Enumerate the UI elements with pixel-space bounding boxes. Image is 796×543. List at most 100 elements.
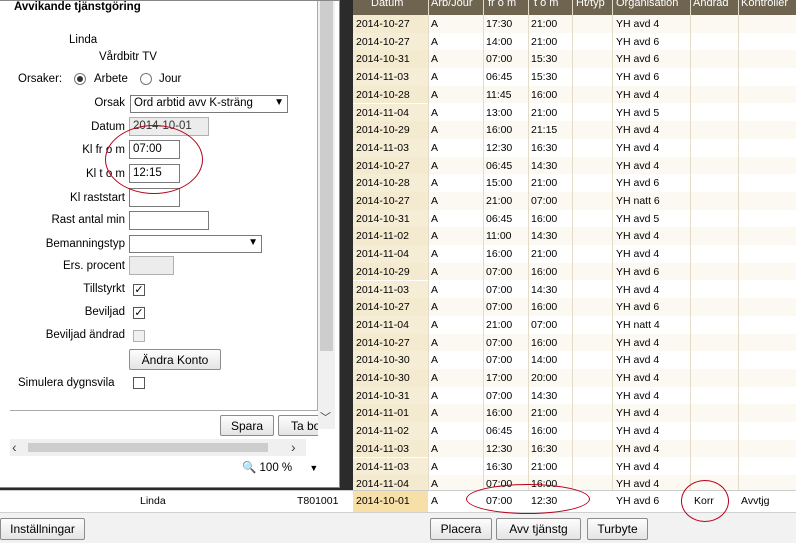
table-row[interactable]: 2014-10-28 A 15:00 21:00 YH avd 6 (353, 174, 796, 192)
row-org: YH avd 6 (616, 265, 660, 278)
beviljad-checkbox[interactable]: ✓ (133, 307, 145, 319)
row-org: YH avd 5 (616, 106, 660, 119)
deviating-duty-dialog: Avvikande tjänstgöring Linda Vårdbitr TV… (0, 0, 340, 488)
row-date: 2014-11-04 (353, 315, 428, 334)
save-button[interactable]: Spara (220, 415, 274, 436)
row-from: 07:00 (486, 301, 513, 314)
radio-work[interactable] (74, 73, 86, 85)
change-account-button[interactable]: Ändra Konto (129, 349, 221, 370)
row-from: 21:00 (486, 195, 513, 207)
table-row[interactable]: 2014-10-27 A 21:00 07:00 YH natt 6 (353, 192, 796, 210)
row-date: 2014-11-03 (353, 457, 428, 476)
table-row[interactable]: 2014-10-31 A 07:00 15:30 YH avd 6 (353, 50, 796, 69)
radio-work-label[interactable]: Arbete (94, 73, 128, 85)
row-org: YH avd 6 (616, 177, 660, 190)
reason-select[interactable]: Ord arbtid avv K-sträng ▼ (130, 95, 288, 113)
col-header-control[interactable]: Kontroller (741, 0, 796, 9)
row-date: 2014-11-02 (353, 227, 428, 246)
row-type: A (431, 195, 439, 207)
table-row[interactable]: 2014-10-27 A 14:00 21:00 YH avd 6 (353, 32, 796, 51)
row-date: 2014-11-01 (353, 404, 428, 423)
row-org: YH avd 4 (616, 230, 660, 243)
row-date: 2014-10-01 (353, 491, 428, 512)
table-row[interactable]: 2014-11-03 A 12:30 16:30 YH avd 4 (353, 138, 796, 157)
table-row[interactable]: 2014-10-27 A 07:00 16:00 YH avd 6 (353, 298, 796, 316)
row-date: 2014-10-31 (353, 386, 428, 405)
break-start-label: Kl raststart (70, 192, 125, 204)
table-row[interactable]: 2014-10-29 A 16:00 21:15 YH avd 4 (353, 121, 796, 139)
row-from: 15:00 (486, 177, 513, 190)
deviating-duty-button[interactable]: Avv tjänstg (496, 518, 581, 540)
row-org: YH avd 4 (616, 88, 660, 101)
table-row[interactable]: 2014-11-02 A 11:00 14:30 YH avd 4 (353, 227, 796, 246)
causes-label: Orsaker: (18, 73, 63, 85)
bottom-toolbar: Inställningar Placera Avv tjänstg Turbyt… (0, 512, 796, 543)
table-row[interactable]: 2014-10-30 A 07:00 14:00 YH avd 4 (353, 351, 796, 369)
remove-button[interactable]: Ta bort (278, 415, 318, 436)
table-row[interactable]: 2014-11-04 A 21:00 07:00 YH natt 4 (353, 315, 796, 334)
col-header-to[interactable]: t o m (534, 0, 558, 9)
reason-select-value: Ord arbtid avv K-sträng (134, 97, 253, 109)
table-row[interactable]: 2014-10-30 A 17:00 20:00 YH avd 4 (353, 369, 796, 387)
col-header-org[interactable]: Organisation (616, 0, 688, 9)
table-row[interactable]: 2014-10-29 A 07:00 16:00 YH avd 6 (353, 262, 796, 281)
table-row[interactable]: 2014-11-03 A 06:45 15:30 YH avd 6 (353, 68, 796, 86)
table-row[interactable]: 2014-11-03 A 12:30 16:30 YH avd 4 (353, 439, 796, 458)
table-row[interactable]: 2014-10-28 A 11:45 16:00 YH avd 4 (353, 85, 796, 104)
row-org: YH avd 6 (616, 53, 660, 66)
col-header-changed[interactable]: Ändrad (693, 0, 738, 9)
annotation-ellipse-times (105, 125, 203, 194)
staffing-type-label: Bemanningstyp (45, 238, 125, 250)
staffing-type-select[interactable]: ▼ (129, 235, 262, 253)
table-row[interactable]: 2014-10-27 A 06:45 14:30 YH avd 4 (353, 156, 796, 175)
simulate-rest-checkbox[interactable] (133, 377, 145, 389)
col-header-httyp[interactable]: Ht/typ (576, 0, 610, 9)
annotation-ellipse-korr (681, 480, 729, 522)
row-org: YH avd 4 (616, 354, 660, 367)
table-row[interactable]: 2014-11-04 A 13:00 21:00 YH avd 5 (353, 103, 796, 122)
radio-jour-label[interactable]: Jour (159, 73, 181, 85)
table-row[interactable]: 2014-10-31 A 06:45 16:00 YH avd 5 (353, 209, 796, 228)
table-row[interactable]: 2014-11-01 A 16:00 21:00 YH avd 4 (353, 404, 796, 423)
scroll-right-icon[interactable]: › (291, 439, 296, 455)
radio-jour[interactable] (140, 73, 152, 85)
table-row[interactable]: 2014-10-31 A 07:00 14:30 YH avd 4 (353, 386, 796, 405)
row-org: YH avd 4 (616, 283, 660, 296)
place-button[interactable]: Placera (430, 518, 492, 540)
row-date: 2014-10-27 (353, 298, 428, 316)
vertical-scroll-thumb[interactable] (320, 1, 333, 351)
row-type: A (431, 71, 439, 84)
zoom-control[interactable]: 🔍 100 % ▼ (242, 460, 318, 474)
row-from: 07:00 (486, 265, 513, 278)
horizontal-scroll-thumb[interactable] (28, 443, 268, 452)
table-row[interactable]: 2014-11-03 A 07:00 14:30 YH avd 4 (353, 280, 796, 299)
chevron-down-icon[interactable]: ▼ (309, 463, 318, 473)
column-divider (738, 0, 739, 490)
table-row[interactable]: 2014-11-04 A 16:00 21:00 YH avd 4 (353, 245, 796, 263)
row-from: 06:45 (486, 425, 513, 438)
col-header-date[interactable]: Datum (371, 0, 403, 9)
break-minutes-input[interactable] (129, 211, 209, 230)
row-type: A (431, 141, 439, 154)
row-type: A (431, 230, 439, 243)
row-date: 2014-10-29 (353, 262, 428, 281)
table-row[interactable]: 2014-10-27 A 17:30 21:00 YH avd 4 (353, 15, 796, 33)
col-header-type[interactable]: Arb/Jour (431, 0, 473, 9)
row-from: 16:30 (486, 460, 513, 473)
row-date: 2014-11-03 (353, 138, 428, 157)
table-row[interactable]: 2014-11-03 A 16:30 21:00 YH avd 4 (353, 457, 796, 476)
selected-table-row[interactable]: Linda T801001 2014-10-01 A 07:00 12:30 Y… (0, 490, 796, 512)
row-type: A (431, 301, 439, 314)
shift-swap-button[interactable]: Turbyte (587, 518, 648, 540)
table-row[interactable]: 2014-10-27 A 07:00 16:00 YH avd 4 (353, 333, 796, 352)
col-header-from[interactable]: fr o m (488, 0, 516, 9)
scroll-down-icon[interactable]: ﹀ (320, 409, 331, 425)
settings-button[interactable]: Inställningar (0, 518, 85, 540)
row-from: 06:45 (486, 159, 513, 172)
row-type: A (431, 389, 439, 402)
scroll-left-icon[interactable]: ‹ (12, 439, 17, 455)
row-type: A (431, 159, 439, 172)
table-row[interactable]: 2014-11-02 A 06:45 16:00 YH avd 4 (353, 422, 796, 440)
ers-percent-field (129, 256, 174, 275)
tillstyrkt-checkbox[interactable]: ✓ (133, 284, 145, 296)
